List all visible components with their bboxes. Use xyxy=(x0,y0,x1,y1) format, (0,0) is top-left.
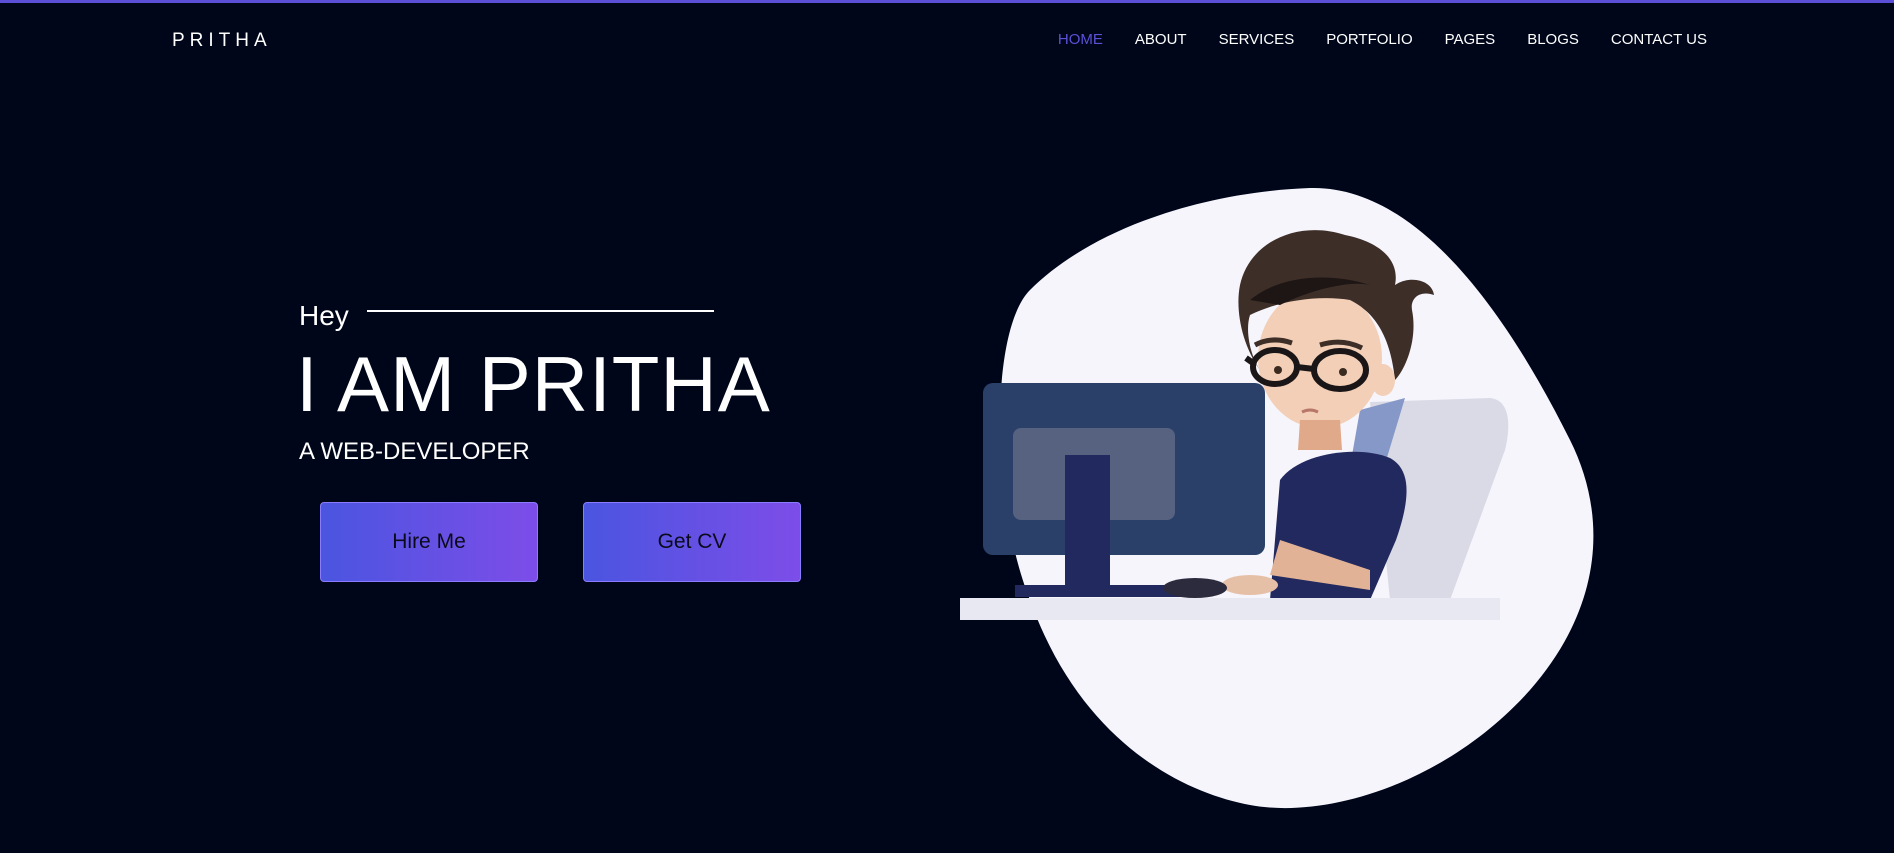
desk xyxy=(960,598,1500,620)
greeting-text: Hey xyxy=(299,300,349,331)
hero-subtitle: A WEB-DEVELOPER xyxy=(299,438,530,465)
mouse-hand xyxy=(1163,578,1227,598)
person-neck xyxy=(1298,420,1342,450)
nav-item-pages[interactable]: PAGES xyxy=(1445,31,1496,48)
person-hand xyxy=(1222,575,1278,595)
developer-illustration xyxy=(960,187,1594,809)
greeting-divider xyxy=(366,310,714,312)
main-nav: HOME ABOUT SERVICES PORTFOLIO PAGES BLOG… xyxy=(1058,31,1707,48)
nav-item-home[interactable]: HOME xyxy=(1058,31,1103,48)
nav-item-contact[interactable]: CONTACT US xyxy=(1611,31,1707,48)
eye-right xyxy=(1339,368,1347,376)
hire-me-button[interactable]: Hire Me xyxy=(320,502,538,582)
site-logo[interactable]: PRITHA xyxy=(172,30,272,52)
nav-item-services[interactable]: SERVICES xyxy=(1219,31,1295,48)
monitor-stand xyxy=(1065,455,1110,587)
nav-item-portfolio[interactable]: PORTFOLIO xyxy=(1326,31,1412,48)
get-cv-button[interactable]: Get CV xyxy=(583,502,801,582)
hero-title: I AM PRITHA xyxy=(296,340,771,428)
greeting-row: Hey xyxy=(299,296,819,336)
nav-item-blogs[interactable]: BLOGS xyxy=(1527,31,1579,48)
hero-intro: Hey I AM PRITHA A WEB-DEVELOPER xyxy=(296,296,819,466)
ear xyxy=(1371,364,1395,396)
nav-item-about[interactable]: ABOUT xyxy=(1135,31,1187,48)
eye-left xyxy=(1274,366,1282,374)
navbar: PRITHA HOME ABOUT SERVICES PORTFOLIO PAG… xyxy=(0,3,1894,75)
